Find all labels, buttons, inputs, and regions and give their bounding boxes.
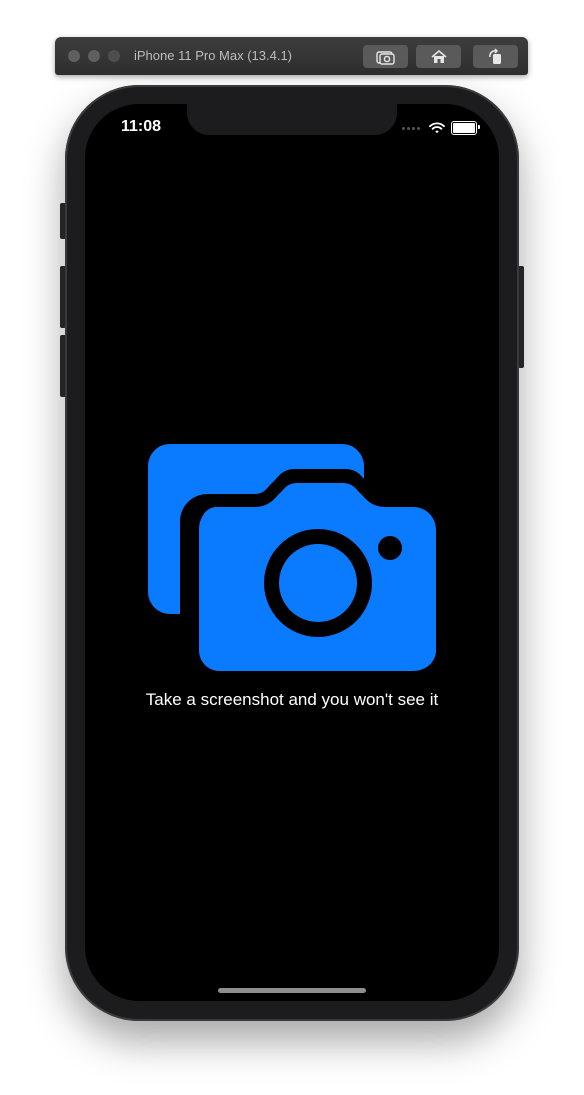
minimize-window-button[interactable] xyxy=(88,50,100,62)
iphone-screen[interactable]: 11:08 Take a screenshot and you won't se… xyxy=(85,104,499,1001)
simulator-titlebar: iPhone 11 Pro Max (13.4.1) xyxy=(55,37,528,75)
notch xyxy=(187,104,397,135)
wifi-icon xyxy=(429,122,445,134)
status-time: 11:08 xyxy=(121,118,162,135)
home-button[interactable] xyxy=(416,45,461,68)
rotate-icon xyxy=(488,47,501,64)
home-icon xyxy=(430,49,447,63)
caption-text: Take a screenshot and you won't see it xyxy=(145,690,439,709)
signal-dots-icon xyxy=(402,126,420,130)
screenshot-button[interactable] xyxy=(363,45,408,68)
camera-on-camera-icon xyxy=(148,444,438,674)
close-window-button[interactable] xyxy=(68,50,80,62)
zoom-window-button[interactable] xyxy=(108,50,120,62)
rotate-button[interactable] xyxy=(473,45,518,68)
screenshot-icon xyxy=(375,50,395,65)
battery-icon xyxy=(451,121,480,135)
window-title: iPhone 11 Pro Max (13.4.1) xyxy=(134,48,293,63)
home-indicator[interactable] xyxy=(218,988,366,993)
status-icons xyxy=(402,121,480,135)
